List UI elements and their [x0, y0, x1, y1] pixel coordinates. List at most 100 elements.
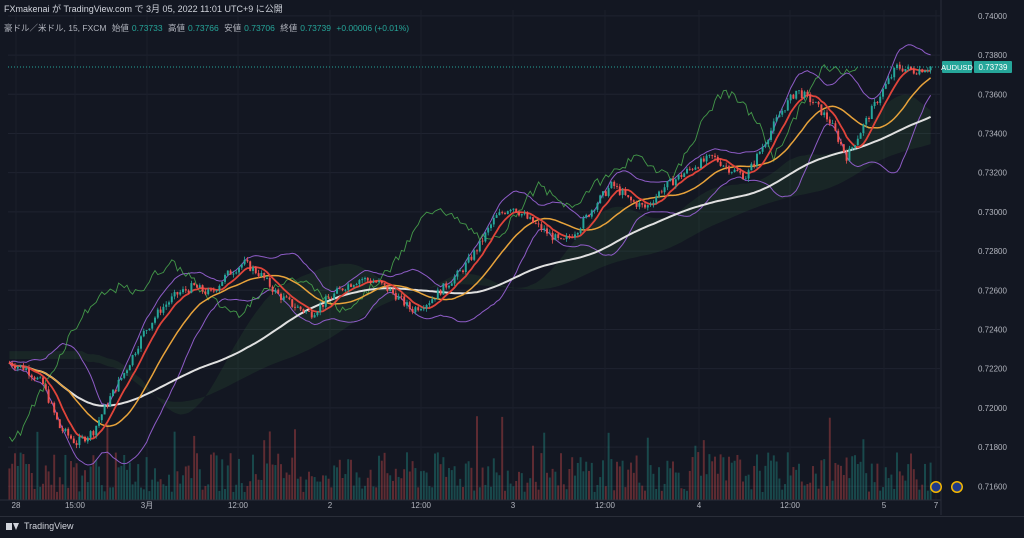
candle-body	[162, 306, 165, 313]
y-tick-label: 0.71600	[978, 482, 1007, 491]
volume-bar	[56, 491, 58, 500]
candle-body	[358, 280, 361, 285]
candle-body	[593, 209, 596, 211]
volume-bar	[173, 431, 176, 500]
candle-body	[554, 234, 557, 241]
candle-body	[688, 168, 691, 170]
candle-body	[313, 315, 316, 318]
candle-body	[81, 436, 84, 438]
volume-bar	[75, 463, 78, 500]
volume-bar	[848, 478, 851, 500]
candle-body	[590, 210, 593, 217]
y-tick-label: 0.73800	[978, 51, 1007, 60]
candle-body	[226, 270, 229, 275]
volume-bar	[464, 463, 467, 500]
volume-bar	[53, 454, 56, 500]
volume-bar	[817, 488, 820, 500]
candle-body	[677, 174, 680, 180]
candle-body	[462, 270, 464, 273]
volume-bar	[747, 474, 750, 500]
candle-body	[478, 240, 481, 252]
candle-body	[820, 104, 823, 116]
volume-bar	[266, 463, 268, 500]
volume-bar	[240, 483, 243, 500]
volume-bar	[736, 454, 739, 500]
volume-bar	[873, 482, 876, 500]
volume-bar	[565, 489, 568, 500]
volume-bar	[296, 478, 299, 500]
footer-bar: TradingView	[0, 516, 1024, 538]
volume-bar	[263, 440, 266, 500]
volume-bar	[576, 462, 579, 500]
candle-body	[711, 154, 714, 156]
candle-body	[16, 366, 19, 369]
candle-body	[218, 285, 221, 291]
tradingview-brand[interactable]: TradingView	[6, 521, 74, 531]
volume-bar	[929, 462, 932, 500]
candle-body	[84, 436, 86, 442]
candle-body	[632, 200, 635, 202]
candle-body	[901, 68, 904, 72]
volume-bar	[198, 469, 201, 500]
volume-bar	[753, 465, 756, 500]
candle-body	[19, 365, 22, 367]
candle-body	[924, 70, 926, 73]
volume-bar	[394, 468, 397, 500]
volume-bar	[282, 478, 285, 500]
volume-bar	[184, 466, 187, 500]
volume-bar	[333, 465, 336, 500]
candle-body	[103, 405, 106, 415]
x-tick-label: 12:00	[411, 501, 432, 510]
candle-body	[616, 186, 618, 187]
volume-bar	[201, 489, 204, 500]
candle-body	[476, 250, 478, 252]
volume-bar	[392, 480, 394, 500]
candle-body	[708, 154, 711, 156]
volume-bar	[739, 459, 742, 500]
candle-body	[422, 308, 425, 310]
volume-bar	[439, 464, 442, 500]
volume-bar	[442, 457, 445, 500]
volume-bar	[501, 416, 504, 500]
volume-bar	[674, 472, 677, 500]
candle-body	[39, 377, 42, 379]
volume-bar	[142, 489, 145, 500]
candle-body	[512, 208, 515, 210]
candle-body	[464, 262, 467, 273]
candle-body	[868, 118, 870, 120]
candle-body	[674, 179, 677, 186]
price-badge: AUDUSD 0.73739	[941, 61, 1012, 73]
volume-bar	[36, 431, 39, 500]
candle-body	[870, 106, 873, 120]
volume-bar	[120, 465, 123, 500]
candle-body	[280, 293, 282, 300]
candle-body	[14, 366, 16, 369]
volume-bar	[593, 491, 596, 500]
volume-bar	[557, 485, 560, 500]
candle-body	[646, 205, 649, 208]
volume-bar	[691, 457, 694, 500]
candle-body	[411, 309, 414, 313]
volume-bar	[904, 480, 907, 500]
candle-body	[198, 285, 201, 288]
candle-body	[383, 283, 386, 285]
candle-body	[106, 405, 109, 407]
change-value: +0.00006 (+0.01%)	[336, 23, 410, 33]
volume-bar	[246, 486, 249, 500]
volume-bar	[750, 489, 753, 500]
volume-bar	[425, 472, 428, 500]
price-chart[interactable]: 0.74000 0.73800 0.73600 0.73400 0.73200 0.730…	[0, 0, 1024, 537]
candle-body	[495, 215, 498, 218]
volume-bar	[168, 474, 170, 500]
volume-bar	[579, 457, 582, 500]
volume-bar	[568, 468, 571, 500]
candle-body	[504, 213, 506, 214]
candle-body	[235, 272, 238, 274]
candle-body	[753, 163, 756, 166]
volume-bar	[319, 481, 322, 500]
volume-bar	[268, 431, 271, 500]
candle-body	[848, 148, 851, 161]
candle-body	[400, 296, 403, 297]
y-tick-label: 0.73400	[978, 129, 1007, 138]
candle-body	[408, 302, 411, 310]
